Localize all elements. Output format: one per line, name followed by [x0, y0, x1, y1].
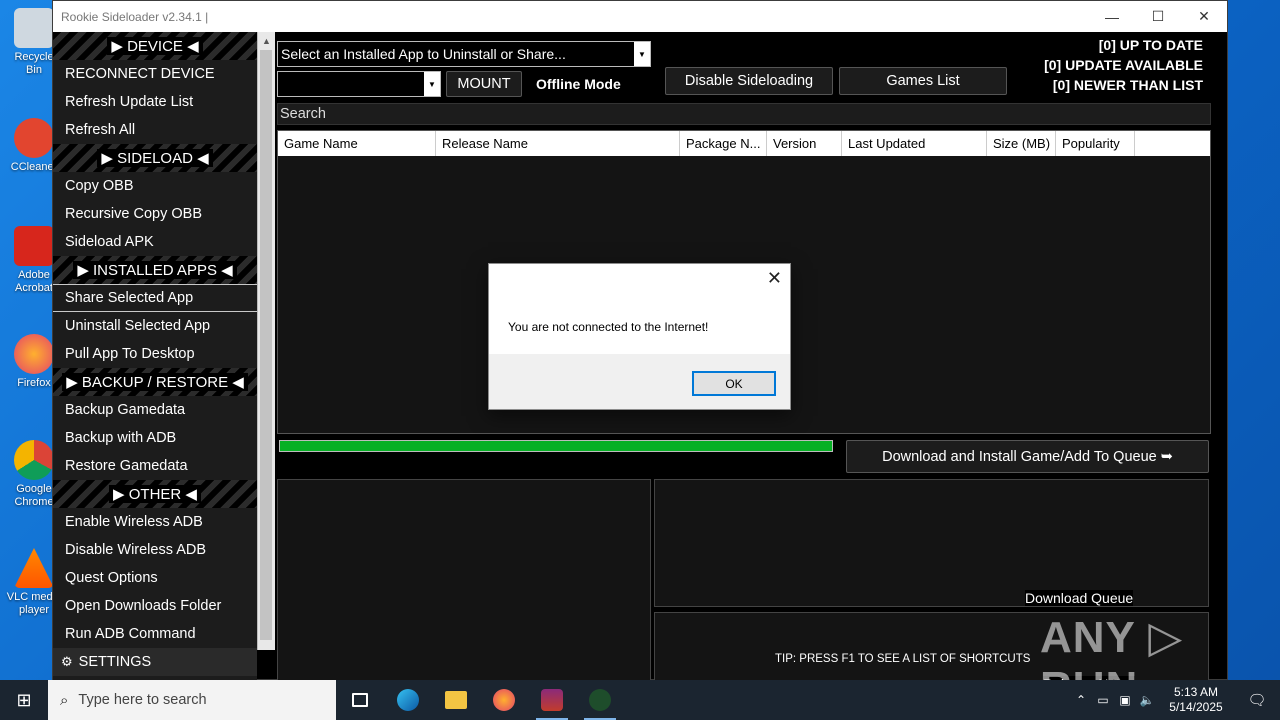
sidebar-scrollbar[interactable]: ▲: [257, 32, 275, 650]
volume-icon[interactable]: 🔈: [1136, 693, 1158, 707]
chevron-down-icon[interactable]: ▼: [424, 72, 440, 96]
search-icon: ⌕: [60, 691, 69, 709]
search-input[interactable]: Search: [277, 103, 1211, 125]
column-header-release-name[interactable]: Release Name: [436, 131, 680, 156]
installed-app-select[interactable]: Select an Installed App to Uninstall or …: [277, 41, 651, 67]
column-header-game-name[interactable]: Game Name: [278, 131, 436, 156]
offline-mode-label: Offline Mode: [536, 76, 621, 92]
section-header-label: ▶ BACKUP / RESTORE ◀: [62, 373, 248, 391]
backup-gamedata-button[interactable]: Backup Gamedata: [53, 396, 257, 424]
edge-icon[interactable]: [384, 680, 432, 720]
refresh-all-button[interactable]: Refresh All: [53, 116, 257, 144]
clock-time: 5:13 AM: [1173, 685, 1219, 699]
sidebar: ▶ DEVICE ◀ RECONNECT DEVICE Refresh Upda…: [53, 32, 257, 681]
section-header-other: ▶ OTHER ◀: [53, 480, 257, 508]
disable-sideloading-button[interactable]: Disable Sideloading: [665, 67, 833, 95]
section-header-label: ▶ OTHER ◀: [109, 485, 201, 503]
column-header-package-name[interactable]: Package N...: [680, 131, 767, 156]
up-to-date-count: [0] UP TO DATE: [1098, 37, 1203, 53]
section-header-label: ▶ SIDELOAD ◀: [97, 149, 213, 167]
column-header-popularity[interactable]: Popularity: [1056, 131, 1135, 156]
gear-icon: ⚙: [61, 654, 73, 669]
taskbar: ⊞ ⌕ Type here to search ⌃ ▭ ▣ 🔈 5:13 AM …: [0, 680, 1280, 720]
left-lower-panel: [277, 479, 651, 681]
windows-start-icon[interactable]: ⊞: [0, 680, 48, 720]
download-progress-bar: [279, 440, 833, 452]
refresh-update-list-button[interactable]: Refresh Update List: [53, 88, 257, 116]
section-header-installed-apps: ▶ INSTALLED APPS ◀: [53, 256, 257, 284]
notification-icon[interactable]: 🗨: [1234, 691, 1280, 709]
ccleaner-icon: [14, 118, 54, 158]
table-header: Game Name Release Name Package N... Vers…: [278, 131, 1210, 156]
scroll-up-icon[interactable]: ▲: [258, 32, 275, 46]
copy-obb-button[interactable]: Copy OBB: [53, 172, 257, 200]
section-header-sideload: ▶ SIDELOAD ◀: [53, 144, 257, 172]
enable-wireless-adb-button[interactable]: Enable Wireless ADB: [53, 508, 257, 536]
reconnect-device-button[interactable]: RECONNECT DEVICE: [53, 60, 257, 88]
run-adb-command-button[interactable]: Run ADB Command: [53, 620, 257, 648]
file-explorer-icon[interactable]: [432, 680, 480, 720]
section-header-label: ▶ INSTALLED APPS ◀: [73, 261, 237, 279]
recycle-bin-icon: [14, 8, 54, 48]
scrollbar-thumb[interactable]: [260, 50, 272, 640]
share-selected-app-button[interactable]: Share Selected App: [53, 284, 257, 312]
firefox-icon: [14, 334, 54, 374]
chevron-up-icon[interactable]: ⌃: [1070, 693, 1092, 707]
task-view-icon[interactable]: [336, 680, 384, 720]
disable-wireless-adb-button[interactable]: Disable Wireless ADB: [53, 536, 257, 564]
no-internet-dialog: ✕ You are not connected to the Internet!…: [488, 263, 791, 410]
download-queue-panel[interactable]: [654, 479, 1209, 607]
rookie-sideloader-taskbar-icon[interactable]: [576, 680, 624, 720]
download-install-button[interactable]: Download and Install Game/Add To Queue ➥: [846, 440, 1209, 473]
taskbar-search-placeholder: Type here to search: [78, 692, 207, 708]
sideload-apk-button[interactable]: Sideload APK: [53, 228, 257, 256]
close-window-button[interactable]: ✕: [1181, 1, 1227, 32]
column-header-last-updated[interactable]: Last Updated: [842, 131, 987, 156]
firefox-taskbar-icon[interactable]: [480, 680, 528, 720]
column-header-version[interactable]: Version: [767, 131, 842, 156]
dialog-message: You are not connected to the Internet!: [508, 320, 709, 334]
device-select[interactable]: ▼: [277, 71, 441, 97]
newer-than-list-count: [0] NEWER THAN LIST: [1052, 77, 1203, 93]
column-header-size[interactable]: Size (MB): [987, 131, 1056, 156]
close-icon[interactable]: ✕: [767, 268, 782, 289]
adobe-acrobat-icon: [14, 226, 54, 266]
title-bar: Rookie Sideloader v2.34.1 | — ☐ ✕: [53, 1, 1227, 32]
quest-options-button[interactable]: Quest Options: [53, 564, 257, 592]
pull-app-to-desktop-button[interactable]: Pull App To Desktop: [53, 340, 257, 368]
restore-gamedata-button[interactable]: Restore Gamedata: [53, 452, 257, 480]
maximize-button[interactable]: ☐: [1135, 1, 1181, 32]
window-title: Rookie Sideloader v2.34.1 |: [61, 9, 209, 24]
network-icon[interactable]: ▣: [1114, 693, 1136, 707]
backup-with-adb-button[interactable]: Backup with ADB: [53, 424, 257, 452]
section-header-device: ▶ DEVICE ◀: [53, 32, 257, 60]
open-downloads-folder-button[interactable]: Open Downloads Folder: [53, 592, 257, 620]
winrar-icon[interactable]: [528, 680, 576, 720]
progress-fill: [280, 441, 832, 451]
clock[interactable]: 5:13 AM 5/14/2025: [1158, 685, 1234, 715]
mount-button[interactable]: MOUNT: [446, 71, 522, 97]
settings-button[interactable]: ⚙ SETTINGS: [53, 648, 257, 676]
download-queue-label: Download Queue: [1025, 590, 1134, 606]
vlc-icon: [14, 548, 54, 588]
ok-button[interactable]: OK: [692, 371, 776, 396]
installed-app-select-value: Select an Installed App to Uninstall or …: [281, 46, 566, 62]
chrome-icon: [14, 440, 54, 480]
settings-label: SETTINGS: [78, 654, 152, 670]
recursive-copy-obb-button[interactable]: Recursive Copy OBB: [53, 200, 257, 228]
update-available-count: [0] UPDATE AVAILABLE: [1044, 57, 1203, 73]
shortcut-tip: TIP: PRESS F1 TO SEE A LIST OF SHORTCUTS: [775, 653, 1031, 665]
taskbar-search-box[interactable]: ⌕ Type here to search: [48, 680, 336, 720]
minimize-button[interactable]: —: [1089, 1, 1135, 32]
clock-date: 5/14/2025: [1169, 700, 1223, 714]
section-header-backup-restore: ▶ BACKUP / RESTORE ◀: [53, 368, 257, 396]
battery-icon[interactable]: ▭: [1092, 693, 1114, 707]
system-tray: ⌃ ▭ ▣ 🔈 5:13 AM 5/14/2025 🗨: [1070, 680, 1280, 720]
games-list-button[interactable]: Games List: [839, 67, 1007, 95]
chevron-down-icon[interactable]: ▼: [634, 42, 650, 66]
section-header-label: ▶ DEVICE ◀: [107, 37, 203, 55]
uninstall-selected-app-button[interactable]: Uninstall Selected App: [53, 312, 257, 340]
